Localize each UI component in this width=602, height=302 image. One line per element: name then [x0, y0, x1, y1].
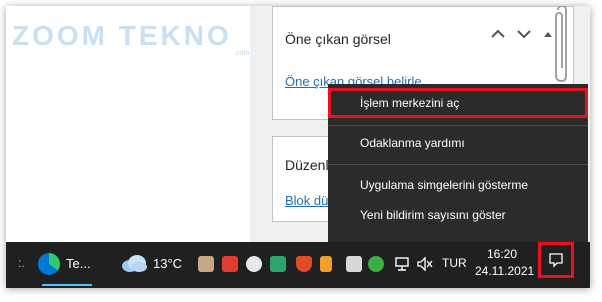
green-app-icon[interactable] — [368, 256, 384, 272]
menu-item-label: Odaklanma yardımı — [360, 136, 465, 150]
menu-divider — [328, 164, 588, 165]
notification-center-button[interactable] — [538, 242, 574, 278]
warning-app-icon[interactable] — [320, 256, 332, 272]
taskbar: :. Te... 13°C TUR 16:20 24.11.2021 — [6, 242, 590, 288]
watermark-text: ZOOM TEKNO — [12, 20, 232, 51]
screenshot-frame: ZOOM TEKNO .com Öne çıkan görsel Öne çık… — [6, 6, 590, 288]
notification-icon — [549, 253, 563, 268]
open-action-center-item[interactable]: İşlem merkezini aç — [328, 88, 588, 118]
weather-cloud-icon[interactable] — [120, 253, 148, 273]
watermark-sub: .com — [234, 50, 250, 57]
active-app-indicator — [42, 284, 92, 286]
home-app-icon[interactable] — [198, 256, 214, 272]
taskbar-context-menu: İşlem merkezini aç Odaklanma yardımı Uyg… — [328, 84, 588, 242]
volume-muted-icon[interactable] — [416, 256, 434, 272]
panel-controls — [491, 29, 553, 39]
clock-time[interactable]: 16:20 — [487, 247, 517, 261]
menu-item-label: Yeni bildirim sayısını göster — [360, 208, 506, 222]
taskbar-app-label[interactable]: Te... — [66, 256, 91, 271]
chevron-up-icon[interactable] — [491, 29, 505, 39]
input-language[interactable]: TUR — [442, 256, 467, 270]
mail-icon[interactable] — [346, 256, 362, 272]
red-app-icon[interactable] — [222, 256, 238, 272]
security-shield-icon[interactable] — [296, 256, 312, 272]
menu-item-label: Uygulama simgelerini gösterme — [360, 178, 529, 192]
focus-assist-item[interactable]: Odaklanma yardımı — [328, 128, 588, 158]
clock-date[interactable]: 24.11.2021 — [475, 264, 534, 278]
watermark-logo: ZOOM TEKNO — [12, 20, 232, 52]
edge-icon[interactable] — [38, 253, 60, 275]
network-icon[interactable] — [394, 256, 410, 272]
show-notification-count-item[interactable]: Yeni bildirim sayısını göster — [328, 200, 588, 230]
menu-divider — [328, 125, 588, 126]
edge-e-icon[interactable] — [270, 256, 286, 272]
featured-image-title: Öne çıkan görsel — [285, 31, 391, 47]
menu-item-label: İşlem merkezini aç — [360, 96, 460, 110]
vpn-app-icon[interactable] — [246, 256, 262, 272]
hide-app-icons-item[interactable]: Uygulama simgelerini gösterme — [328, 170, 588, 200]
taskbar-overflow-dots: :. — [18, 256, 25, 270]
paperclip-icon — [555, 6, 567, 82]
chevron-down-icon[interactable] — [517, 29, 531, 39]
weather-temperature[interactable]: 13°C — [153, 256, 182, 271]
